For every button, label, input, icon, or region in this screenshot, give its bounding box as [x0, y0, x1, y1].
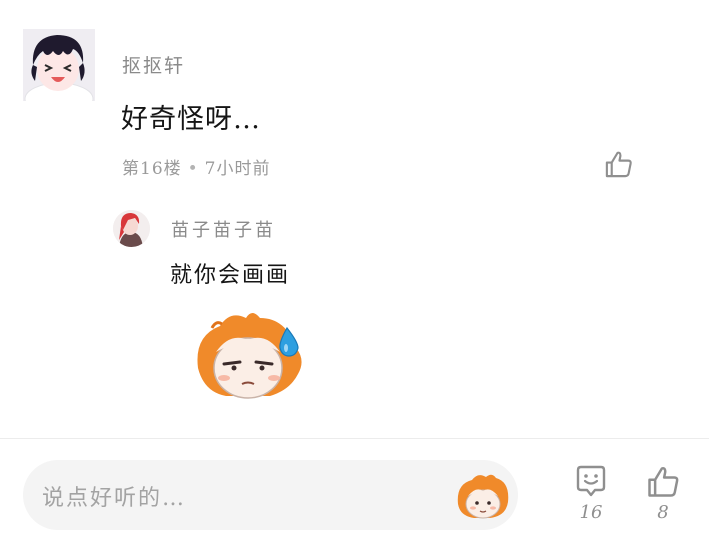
comment-input[interactable]: 说点好听的…: [23, 460, 518, 530]
emoji-sticker-icon: [457, 474, 509, 519]
main-comment-like-button[interactable]: [603, 149, 634, 180]
avatar-image: [113, 210, 150, 247]
comment-input-placeholder: 说点好听的…: [42, 486, 187, 511]
reply-text: 就你会画画: [170, 263, 291, 288]
main-comment-text: 好奇怪呀…: [121, 104, 261, 135]
meta-separator: •: [187, 159, 199, 179]
emoji-button[interactable]: [454, 472, 512, 520]
floor-number: 第16楼: [122, 159, 182, 179]
sweat-face-sticker-icon: [197, 313, 302, 399]
comment-time: 7小时前: [204, 159, 271, 179]
comment-meta: 第16楼 • 7小时前: [122, 154, 271, 179]
like-button[interactable]: 8: [641, 464, 685, 523]
main-comment-avatar[interactable]: [23, 29, 95, 101]
divider: [0, 438, 709, 439]
like-count: 8: [657, 502, 669, 523]
smile-chat-bubble-icon: [576, 465, 606, 497]
avatar-image: [23, 29, 95, 101]
thumbs-up-icon: [648, 467, 679, 497]
main-comment-username[interactable]: 抠抠轩: [122, 51, 185, 78]
comment-detail-page: 抠抠轩 好奇怪呀… 第16楼 • 7小时前 苗子苗子苗 就你会画画 说点好听的……: [0, 0, 709, 553]
reply-sticker: [190, 308, 308, 403]
comments-button[interactable]: 16: [568, 464, 614, 523]
reply-username[interactable]: 苗子苗子苗: [171, 216, 276, 242]
reply-avatar[interactable]: [113, 210, 150, 247]
thumbs-up-icon: [605, 151, 632, 178]
comment-count: 16: [579, 502, 603, 523]
